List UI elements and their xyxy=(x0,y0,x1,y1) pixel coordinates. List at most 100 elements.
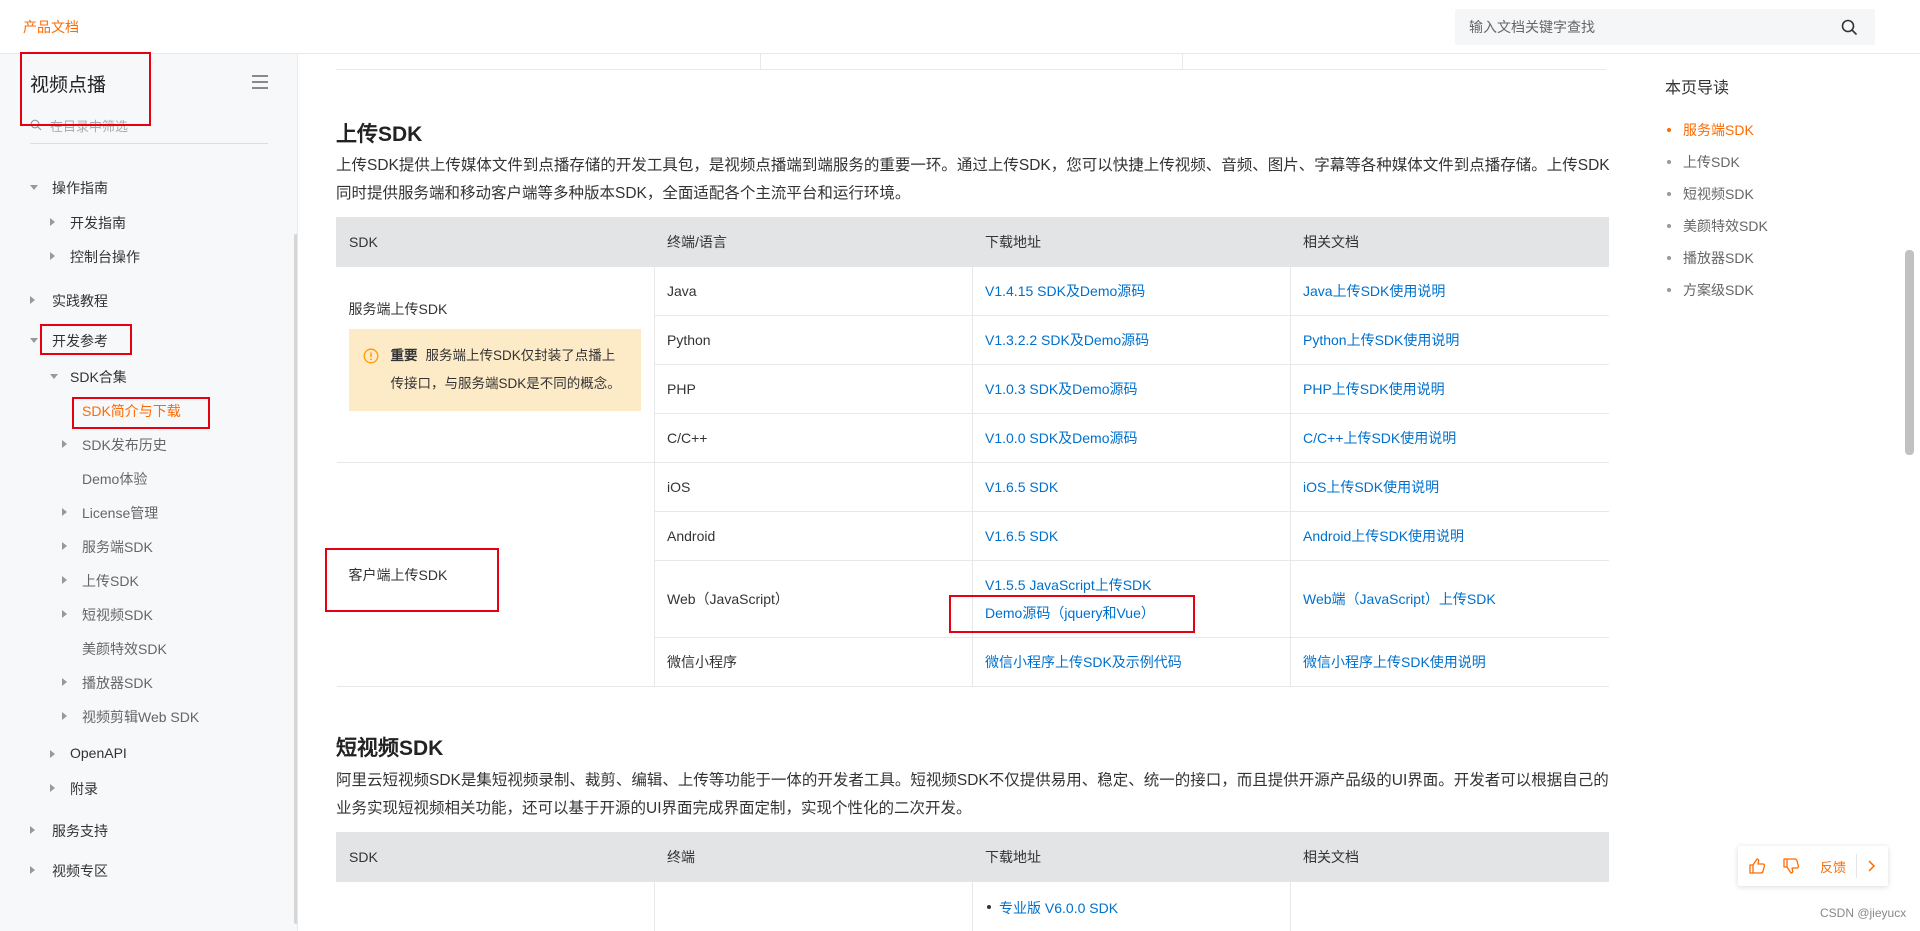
sidebar-item-openapi[interactable]: OpenAPI xyxy=(50,745,127,761)
download-cell: 专业版 V6.0.0 SDK xyxy=(972,881,1291,931)
search-icon[interactable] xyxy=(1841,19,1857,35)
warning-icon xyxy=(363,348,378,364)
download-link[interactable]: V1.0.3 SDK及Demo源码 xyxy=(972,364,1291,414)
filter-search-icon xyxy=(30,119,42,131)
watermark: CSDN @jieyucx xyxy=(1820,906,1907,920)
menu-icon[interactable] xyxy=(251,74,269,90)
sidebar-item-video-zone[interactable]: 视频专区 xyxy=(30,861,108,881)
download-link[interactable]: V1.0.0 SDK及Demo源码 xyxy=(972,413,1291,463)
sidebar-item-short-video-sdk[interactable]: 短视频SDK xyxy=(62,605,153,625)
sidebar-item-web-editor-sdk[interactable]: 视频剪辑Web SDK xyxy=(62,707,199,727)
platform-cell: Web（JavaScript） xyxy=(654,560,973,638)
doc-link[interactable]: 微信小程序上传SDK使用说明 xyxy=(1290,637,1609,687)
doc-link[interactable]: Web端（JavaScript）上传SDK xyxy=(1290,560,1609,638)
sidebar-item-demo[interactable]: Demo体验 xyxy=(82,469,147,489)
sidebar-item-sdk-history[interactable]: SDK发布历史 xyxy=(62,435,167,455)
sidebar: 视频点播 操作指南 开发指南 控制台操作 实践教程 开发参考 SDK合集 SDK… xyxy=(0,54,298,931)
caret-down-icon xyxy=(30,185,38,190)
page-scrollbar[interactable] xyxy=(1905,250,1914,455)
caret-right-icon xyxy=(30,826,35,834)
toc-item-solution-sdk[interactable]: 方案级SDK xyxy=(1665,274,1885,306)
feedback-divider xyxy=(1856,854,1857,878)
doc-link[interactable]: C/C++上传SDK使用说明 xyxy=(1290,413,1609,463)
doc-link[interactable]: Android上传SDK使用说明 xyxy=(1290,511,1609,561)
upload-sdk-heading: 上传SDK xyxy=(336,123,423,146)
toc-item-player-sdk[interactable]: 播放器SDK xyxy=(1665,242,1885,274)
server-upload-group: 服务端上传SDK 重要 服务端上传SDK仅封装了点播上传接口，与服务端SDK是不同… xyxy=(336,266,655,463)
notice-text: 服务端上传SDK仅封装了点播上传接口，与服务端SDK是不同的概念。 xyxy=(390,348,621,391)
sidebar-item-sdk-collection[interactable]: SDK合集 xyxy=(50,367,127,387)
caret-right-icon xyxy=(62,712,67,720)
sidebar-item-server-sdk[interactable]: 服务端SDK xyxy=(62,537,153,557)
table-divider xyxy=(1182,54,1183,69)
feedback-button[interactable]: 反馈 xyxy=(1820,857,1846,876)
sidebar-item-support[interactable]: 服务支持 xyxy=(30,821,108,841)
sidebar-item-player-sdk[interactable]: 播放器SDK xyxy=(62,673,153,693)
doc-link[interactable]: iOS上传SDK使用说明 xyxy=(1290,462,1609,512)
download-link[interactable]: V1.4.15 SDK及Demo源码 xyxy=(972,266,1291,316)
feedback-widget: 反馈 xyxy=(1738,846,1888,886)
sidebar-item-upload-sdk[interactable]: 上传SDK xyxy=(62,571,139,591)
toc-item-short-video-sdk[interactable]: 短视频SDK xyxy=(1665,178,1885,210)
search-input[interactable] xyxy=(1469,9,1829,45)
table-row: 专业版 V6.0.0 SDK xyxy=(336,881,1609,931)
download-link[interactable]: 专业版 V6.0.0 SDK xyxy=(985,898,1278,918)
download-link[interactable]: V1.3.2.2 SDK及Demo源码 xyxy=(972,315,1291,365)
brand-link[interactable]: 产品文档 xyxy=(23,17,79,37)
caret-right-icon xyxy=(62,576,67,584)
doc-cell xyxy=(1290,881,1609,931)
important-notice: 重要 服务端上传SDK仅封装了点播上传接口，与服务端SDK是不同的概念。 xyxy=(348,329,641,411)
download-link[interactable]: V1.6.5 SDK xyxy=(972,511,1291,561)
sidebar-item-operation-guide[interactable]: 操作指南 xyxy=(30,178,108,198)
caret-down-icon xyxy=(30,338,38,343)
platform-cell: Java xyxy=(654,266,973,316)
thumbs-up-icon[interactable] xyxy=(1748,857,1766,875)
sidebar-item-tutorials[interactable]: 实践教程 xyxy=(30,291,108,311)
doc-link[interactable]: PHP上传SDK使用说明 xyxy=(1290,364,1609,414)
chevron-right-icon[interactable] xyxy=(1862,857,1880,875)
platform-cell: iOS xyxy=(654,462,973,512)
doc-link[interactable]: Java上传SDK使用说明 xyxy=(1290,266,1609,316)
download-list: 专业版 V6.0.0 SDK xyxy=(985,898,1278,918)
main-content: 上传SDK 上传SDK提供上传媒体文件到点播存储的开发工具包，是视频点播端到端服… xyxy=(298,54,1645,931)
sidebar-item-dev-guide[interactable]: 开发指南 xyxy=(50,213,126,233)
download-link[interactable]: V1.5.5 JavaScript上传SDK xyxy=(985,571,1278,599)
caret-right-icon xyxy=(62,542,67,550)
caret-right-icon xyxy=(30,296,35,304)
short-video-sdk-table: SDK 终端 下载地址 相关文档 专业版 V6.0.0 SDK xyxy=(336,832,1609,931)
table-row: 服务端上传SDK 重要 服务端上传SDK仅封装了点播上传接口，与服务端SDK是不同… xyxy=(336,266,1609,463)
toc-item-beauty-sdk[interactable]: 美颜特效SDK xyxy=(1665,210,1885,242)
platform-cell: Python xyxy=(654,315,973,365)
caret-right-icon xyxy=(62,440,67,448)
sidebar-item-beauty-sdk[interactable]: 美颜特效SDK xyxy=(82,639,167,659)
platform-cell xyxy=(654,881,973,931)
col-header-platform: 终端/语言 xyxy=(654,217,973,267)
sidebar-filter[interactable] xyxy=(30,114,268,144)
caret-down-icon xyxy=(50,374,58,379)
platform-cell: 微信小程序 xyxy=(654,637,973,687)
col-header-docs: 相关文档 xyxy=(1290,217,1609,267)
col-header-sdk: SDK xyxy=(336,832,655,882)
sidebar-item-appendix[interactable]: 附录 xyxy=(50,779,98,799)
doc-link[interactable]: Python上传SDK使用说明 xyxy=(1290,315,1609,365)
sidebar-item-console[interactable]: 控制台操作 xyxy=(50,247,140,267)
toc-item-server-sdk[interactable]: 服务端SDK xyxy=(1665,114,1885,146)
demo-source-link[interactable]: Demo源码（jquery和Vue） xyxy=(985,599,1278,627)
col-header-download: 下载地址 xyxy=(972,217,1291,267)
toc-item-upload-sdk[interactable]: 上传SDK xyxy=(1665,146,1885,178)
download-link[interactable]: V1.6.5 SDK xyxy=(972,462,1291,512)
sidebar-filter-input[interactable] xyxy=(50,114,260,138)
thumbs-down-icon[interactable] xyxy=(1782,857,1800,875)
download-link[interactable]: 微信小程序上传SDK及示例代码 xyxy=(972,637,1291,687)
search-box[interactable] xyxy=(1455,9,1875,45)
top-bar: 产品文档 xyxy=(0,0,1920,54)
col-header-platform: 终端 xyxy=(654,832,973,882)
caret-right-icon xyxy=(50,750,55,758)
upload-sdk-description: 上传SDK提供上传媒体文件到点播存储的开发工具包，是视频点播端到端服务的重要一环… xyxy=(336,157,1610,202)
sidebar-item-dev-reference[interactable]: 开发参考 xyxy=(30,331,108,351)
short-video-sdk-heading: 短视频SDK xyxy=(336,737,444,760)
sidebar-item-sdk-intro[interactable]: SDK简介与下载 xyxy=(82,401,181,421)
caret-right-icon xyxy=(50,252,55,260)
col-header-docs: 相关文档 xyxy=(1290,832,1609,882)
sidebar-item-license[interactable]: License管理 xyxy=(62,503,158,523)
